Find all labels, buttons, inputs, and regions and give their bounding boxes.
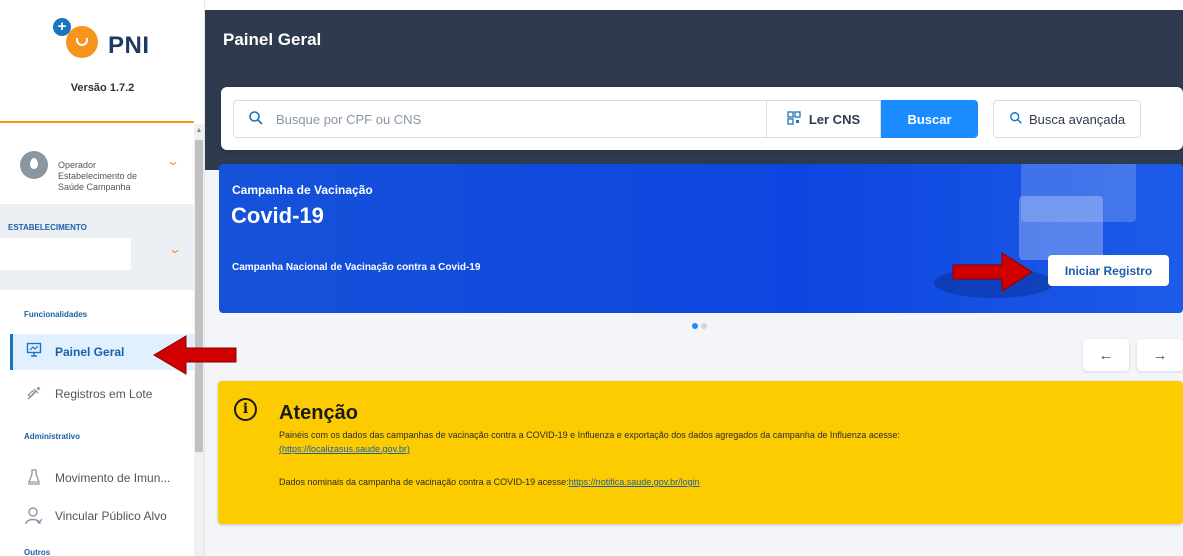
- sidebar-item-movimento-imun[interactable]: Movimento de Imun...: [10, 460, 194, 496]
- search-icon: [248, 110, 266, 129]
- avatar: [20, 151, 48, 179]
- establishment-label: ESTABELECIMENTO: [8, 223, 87, 232]
- campaign-banner: Campanha de Vacinação Covid-19 Campanha …: [219, 164, 1183, 313]
- scroll-thumb[interactable]: [195, 140, 203, 452]
- attention-title: Atenção: [279, 402, 358, 424]
- carousel-prev-button[interactable]: ←: [1083, 339, 1129, 371]
- campaign-subtitle: Campanha de Vacinação: [232, 183, 373, 197]
- search-input[interactable]: Busque por CPF ou CNS: [233, 100, 766, 138]
- section-funcionalidades: Funcionalidades: [24, 310, 88, 319]
- read-cns-label: Ler CNS: [808, 111, 861, 127]
- droplet-logo-icon: [66, 26, 98, 58]
- logo-text: PNI: [108, 32, 150, 59]
- sidebar-item-label: Vincular Público Alvo: [55, 509, 167, 523]
- qr-code-icon: [787, 110, 801, 128]
- search-button[interactable]: Buscar: [881, 100, 978, 138]
- attention-text-nominal: Dados nominais da campanha de vacinação …: [279, 477, 700, 487]
- operator-estab-line1: Estabelecimento de: [58, 171, 138, 181]
- carousel-indicator: [692, 323, 707, 329]
- carousel-next-button[interactable]: →: [1137, 339, 1183, 371]
- pni-logo: + PNI: [50, 18, 190, 68]
- attention-text: Painéis com os dados das campanhas de va…: [279, 430, 900, 440]
- start-registration-button[interactable]: Iniciar Registro: [1048, 255, 1169, 286]
- search-card: Busque por CPF ou CNS Ler CNS Buscar Bus…: [221, 87, 1183, 150]
- advanced-search-button[interactable]: Busca avançada: [993, 100, 1141, 138]
- chevron-down-icon[interactable]: ⌄: [168, 242, 182, 256]
- user-link-icon: [24, 506, 44, 526]
- sidebar-item-label: Registros em Lote: [55, 387, 153, 401]
- establishment-panel: ESTABELECIMENTO ⌄: [0, 204, 194, 290]
- scroll-up-icon[interactable]: ▲: [194, 126, 204, 136]
- establishment-select[interactable]: [0, 238, 131, 270]
- link-notifica[interactable]: https://notifica.saude.gov.br/login: [569, 477, 700, 487]
- annotation-arrow-right-icon: [952, 252, 1033, 292]
- section-administrativo: Administrativo: [24, 432, 81, 441]
- top-header: Painel Geral: [205, 10, 1183, 70]
- operator-role: Operador: [58, 160, 97, 170]
- divider: [0, 121, 194, 123]
- operator-info: Operador Estabelecimento de Saúde Campan…: [58, 160, 168, 193]
- arrow-right-icon: →: [1152, 346, 1168, 364]
- syringe-icon: [24, 384, 44, 404]
- attention-link-localizasus[interactable]: (https://localizasus.saude.gov.br): [279, 444, 410, 454]
- plus-badge-icon: +: [53, 18, 71, 36]
- advanced-search-label: Busca avançada: [1028, 111, 1126, 127]
- vaccine-flask-icon: [24, 468, 44, 488]
- read-cns-button[interactable]: Ler CNS: [766, 100, 881, 138]
- sidebar-item-vincular-publico[interactable]: Vincular Público Alvo: [10, 498, 194, 534]
- operator-estab-line2: Saúde Campanha: [58, 182, 131, 192]
- search-placeholder: Busque por CPF ou CNS: [276, 111, 422, 127]
- dashboard-icon: [24, 342, 44, 362]
- sidebar: + PNI Versão 1.7.2 Operador Estabelecime…: [0, 0, 205, 556]
- info-icon: i: [234, 398, 257, 421]
- sidebar-item-label: Painel Geral: [55, 345, 125, 359]
- attention-text-prefix: Dados nominais da campanha de vacinação …: [279, 477, 569, 487]
- search-icon: [1009, 111, 1023, 128]
- campaign-description: Campanha Nacional de Vacinação contra a …: [232, 262, 481, 273]
- chevron-down-icon[interactable]: ⌄: [166, 154, 180, 168]
- operator-profile[interactable]: Operador Estabelecimento de Saúde Campan…: [0, 124, 194, 204]
- carousel-dot[interactable]: [701, 323, 707, 329]
- carousel-dot[interactable]: [692, 323, 698, 329]
- link-text[interactable]: (https://localizasus.saude.gov.br): [279, 444, 410, 454]
- attention-notice: i Atenção Painéis com os dados das campa…: [218, 381, 1183, 524]
- arrow-left-icon: ←: [1098, 346, 1114, 364]
- annotation-arrow-left-icon: [153, 335, 237, 375]
- campaign-title: Covid-19: [231, 203, 324, 228]
- sidebar-item-registros-lote[interactable]: Registros em Lote: [10, 376, 194, 412]
- app-version: Versão 1.7.2: [70, 82, 135, 94]
- sidebar-item-label: Movimento de Imun...: [55, 471, 171, 485]
- page-title: Painel Geral: [223, 30, 322, 49]
- section-outros: Outros: [24, 548, 51, 556]
